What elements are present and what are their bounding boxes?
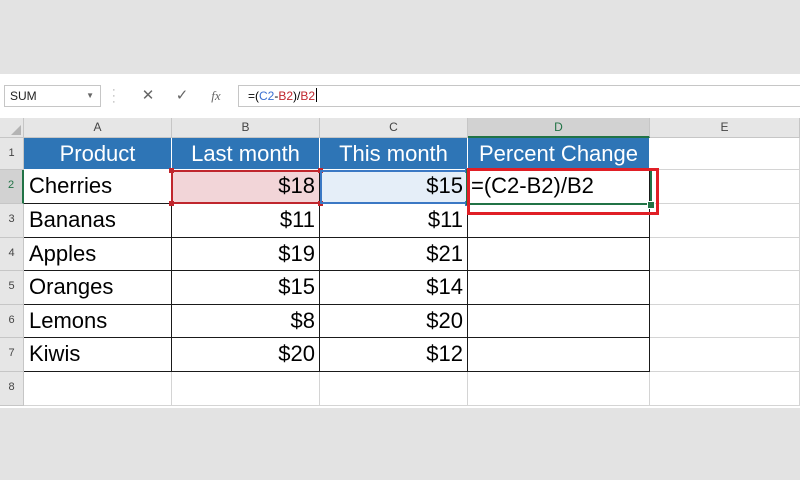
- cell-c7[interactable]: $12: [320, 338, 468, 372]
- cell-b6[interactable]: $8: [172, 305, 320, 338]
- insert-function-button[interactable]: fx: [202, 85, 230, 107]
- row-header-3[interactable]: 3: [0, 204, 24, 238]
- row-header-8[interactable]: 8: [0, 372, 24, 406]
- cell-a2[interactable]: Cherries: [24, 170, 172, 204]
- cell-c8[interactable]: [320, 372, 468, 406]
- formula-ref-c2: C2: [259, 89, 275, 103]
- select-all-button[interactable]: [0, 118, 24, 138]
- cell-e2[interactable]: [650, 170, 800, 204]
- cell-b4[interactable]: $19: [172, 238, 320, 271]
- cell-b3[interactable]: $11: [172, 204, 320, 238]
- select-all-icon: [11, 125, 21, 135]
- check-icon: ✓: [175, 87, 189, 104]
- cell-e5[interactable]: [650, 271, 800, 305]
- cell-b5[interactable]: $15: [172, 271, 320, 305]
- cell-c5[interactable]: $14: [320, 271, 468, 305]
- formula-input[interactable]: =(C2-B2)/B2: [238, 85, 800, 107]
- column-header-e[interactable]: E: [650, 118, 800, 138]
- cell-e8[interactable]: [650, 372, 800, 406]
- name-box-value: SUM: [10, 89, 37, 103]
- cell-e3[interactable]: [650, 204, 800, 238]
- text-cursor: [316, 88, 318, 102]
- row-header-6[interactable]: 6: [0, 305, 24, 338]
- cell-d5[interactable]: [468, 271, 650, 305]
- callout-highlight-box: [467, 168, 659, 215]
- cell-d8[interactable]: [468, 372, 650, 406]
- header-cell-this-month[interactable]: This month: [320, 138, 468, 170]
- close-icon: ✕: [141, 87, 155, 104]
- cancel-button[interactable]: ✕: [134, 85, 162, 107]
- header-cell-product[interactable]: Product: [24, 138, 172, 170]
- column-header-c[interactable]: C: [320, 118, 468, 138]
- cell-a7[interactable]: Kiwis: [24, 338, 172, 372]
- cell-d6[interactable]: [468, 305, 650, 338]
- row-header-7[interactable]: 7: [0, 338, 24, 372]
- cell-c3[interactable]: $11: [320, 204, 468, 238]
- range-highlight-b2: [171, 170, 322, 204]
- name-box[interactable]: SUM ▼: [4, 85, 101, 107]
- cell-e7[interactable]: [650, 338, 800, 372]
- row-header-2[interactable]: 2: [0, 170, 24, 204]
- formula-part: =(: [248, 89, 260, 103]
- column-header-a[interactable]: A: [24, 118, 172, 138]
- cell-e1[interactable]: [650, 138, 800, 170]
- cell-a5[interactable]: Oranges: [24, 271, 172, 305]
- column-header-b[interactable]: B: [172, 118, 320, 138]
- cell-a8[interactable]: [24, 372, 172, 406]
- cell-d4[interactable]: [468, 238, 650, 271]
- cell-c6[interactable]: $20: [320, 305, 468, 338]
- row-header-1[interactable]: 1: [0, 138, 24, 170]
- row-header-4[interactable]: 4: [0, 238, 24, 271]
- cell-a6[interactable]: Lemons: [24, 305, 172, 338]
- cell-a4[interactable]: Apples: [24, 238, 172, 271]
- formula-ref-b2: B2: [278, 89, 294, 103]
- cell-e6[interactable]: [650, 305, 800, 338]
- fx-icon: fx: [211, 88, 221, 103]
- enter-button[interactable]: ✓: [168, 85, 196, 107]
- range-handle[interactable]: [169, 168, 174, 173]
- cell-b7[interactable]: $20: [172, 338, 320, 372]
- cell-e4[interactable]: [650, 238, 800, 271]
- header-cell-last-month[interactable]: Last month: [172, 138, 320, 170]
- cell-c4[interactable]: $21: [320, 238, 468, 271]
- column-header-d[interactable]: D: [468, 118, 650, 138]
- range-highlight-c2: [320, 170, 468, 204]
- cell-b8[interactable]: [172, 372, 320, 406]
- cell-d7[interactable]: [468, 338, 650, 372]
- chevron-down-icon[interactable]: ▼: [86, 86, 94, 106]
- row-header-5[interactable]: 5: [0, 271, 24, 305]
- range-handle[interactable]: [169, 201, 174, 206]
- grip-icon[interactable]: · · ·: [112, 85, 116, 108]
- cell-a3[interactable]: Bananas: [24, 204, 172, 238]
- formula-ref-b2: B2: [300, 89, 316, 103]
- formula-bar: SUM ▼ · · · ✕ ✓ fx =(C2-B2)/B2: [0, 82, 800, 112]
- header-cell-percent-change[interactable]: Percent Change: [468, 138, 650, 170]
